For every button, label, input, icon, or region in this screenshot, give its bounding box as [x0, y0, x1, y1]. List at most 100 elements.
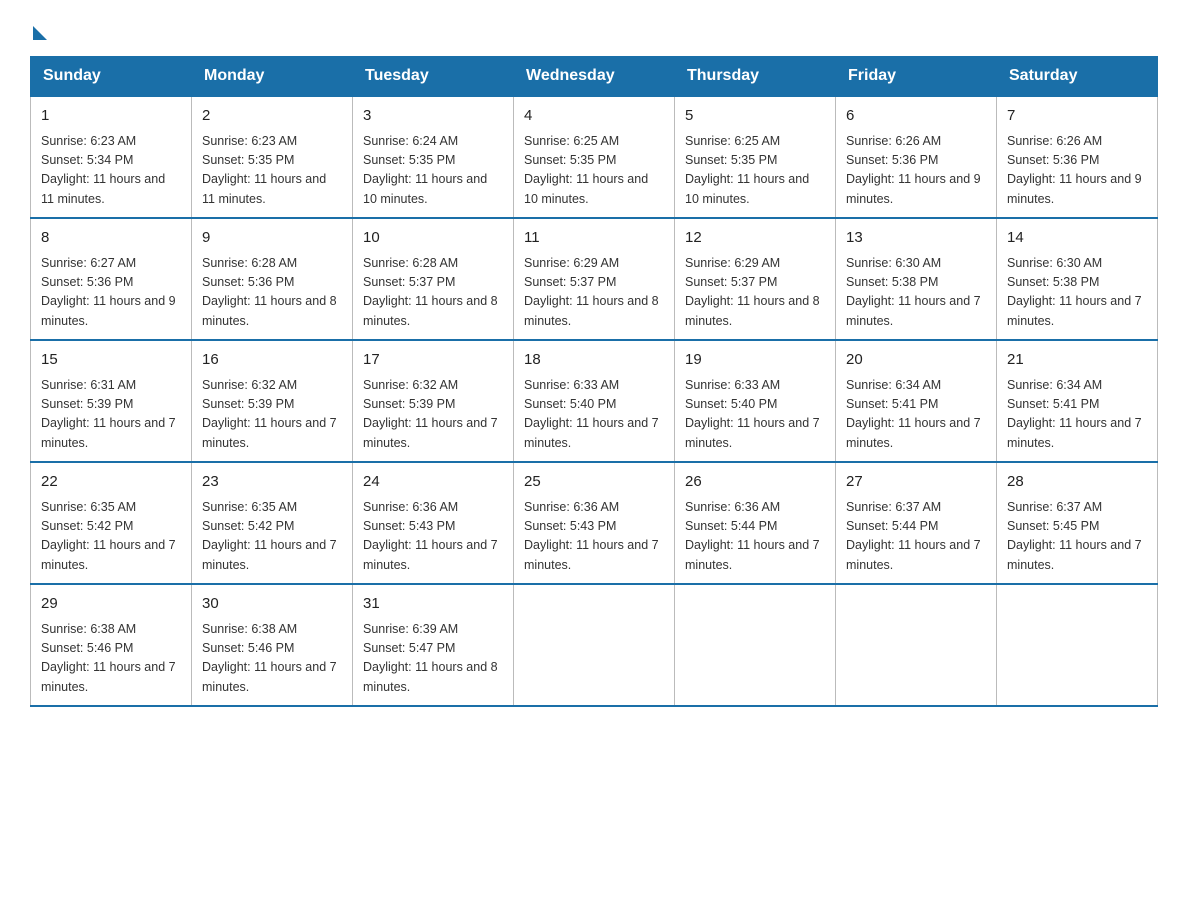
calendar-cell	[836, 584, 997, 706]
calendar-cell: 22 Sunrise: 6:35 AMSunset: 5:42 PMDaylig…	[31, 462, 192, 584]
calendar-header-saturday: Saturday	[997, 57, 1158, 97]
day-info: Sunrise: 6:30 AMSunset: 5:38 PMDaylight:…	[1007, 254, 1147, 332]
calendar-cell: 24 Sunrise: 6:36 AMSunset: 5:43 PMDaylig…	[353, 462, 514, 584]
day-info: Sunrise: 6:34 AMSunset: 5:41 PMDaylight:…	[1007, 376, 1147, 454]
day-number: 3	[363, 105, 503, 128]
calendar-cell: 3 Sunrise: 6:24 AMSunset: 5:35 PMDayligh…	[353, 96, 514, 218]
day-info: Sunrise: 6:26 AMSunset: 5:36 PMDaylight:…	[1007, 132, 1147, 210]
calendar-cell: 14 Sunrise: 6:30 AMSunset: 5:38 PMDaylig…	[997, 218, 1158, 340]
calendar-cell: 15 Sunrise: 6:31 AMSunset: 5:39 PMDaylig…	[31, 340, 192, 462]
calendar-cell: 30 Sunrise: 6:38 AMSunset: 5:46 PMDaylig…	[192, 584, 353, 706]
day-info: Sunrise: 6:24 AMSunset: 5:35 PMDaylight:…	[363, 132, 503, 210]
calendar-cell: 25 Sunrise: 6:36 AMSunset: 5:43 PMDaylig…	[514, 462, 675, 584]
calendar-cell: 4 Sunrise: 6:25 AMSunset: 5:35 PMDayligh…	[514, 96, 675, 218]
day-number: 20	[846, 349, 986, 372]
day-number: 11	[524, 227, 664, 250]
day-number: 29	[41, 593, 181, 616]
calendar-cell: 27 Sunrise: 6:37 AMSunset: 5:44 PMDaylig…	[836, 462, 997, 584]
day-number: 25	[524, 471, 664, 494]
calendar-cell: 20 Sunrise: 6:34 AMSunset: 5:41 PMDaylig…	[836, 340, 997, 462]
day-info: Sunrise: 6:33 AMSunset: 5:40 PMDaylight:…	[524, 376, 664, 454]
day-info: Sunrise: 6:25 AMSunset: 5:35 PMDaylight:…	[685, 132, 825, 210]
day-number: 21	[1007, 349, 1147, 372]
day-info: Sunrise: 6:23 AMSunset: 5:35 PMDaylight:…	[202, 132, 342, 210]
day-number: 10	[363, 227, 503, 250]
calendar-cell: 18 Sunrise: 6:33 AMSunset: 5:40 PMDaylig…	[514, 340, 675, 462]
day-info: Sunrise: 6:36 AMSunset: 5:43 PMDaylight:…	[524, 498, 664, 576]
day-info: Sunrise: 6:37 AMSunset: 5:44 PMDaylight:…	[846, 498, 986, 576]
day-number: 24	[363, 471, 503, 494]
day-number: 16	[202, 349, 342, 372]
day-number: 26	[685, 471, 825, 494]
day-info: Sunrise: 6:27 AMSunset: 5:36 PMDaylight:…	[41, 254, 181, 332]
calendar-cell: 10 Sunrise: 6:28 AMSunset: 5:37 PMDaylig…	[353, 218, 514, 340]
day-number: 5	[685, 105, 825, 128]
calendar-header-monday: Monday	[192, 57, 353, 97]
day-info: Sunrise: 6:32 AMSunset: 5:39 PMDaylight:…	[363, 376, 503, 454]
calendar-cell: 16 Sunrise: 6:32 AMSunset: 5:39 PMDaylig…	[192, 340, 353, 462]
day-info: Sunrise: 6:35 AMSunset: 5:42 PMDaylight:…	[202, 498, 342, 576]
logo	[30, 20, 47, 36]
logo-triangle-icon	[33, 26, 47, 40]
day-number: 22	[41, 471, 181, 494]
day-number: 19	[685, 349, 825, 372]
calendar-cell: 12 Sunrise: 6:29 AMSunset: 5:37 PMDaylig…	[675, 218, 836, 340]
day-info: Sunrise: 6:25 AMSunset: 5:35 PMDaylight:…	[524, 132, 664, 210]
calendar-cell: 5 Sunrise: 6:25 AMSunset: 5:35 PMDayligh…	[675, 96, 836, 218]
day-number: 23	[202, 471, 342, 494]
calendar-cell: 19 Sunrise: 6:33 AMSunset: 5:40 PMDaylig…	[675, 340, 836, 462]
page-header	[30, 20, 1158, 36]
day-number: 14	[1007, 227, 1147, 250]
day-info: Sunrise: 6:29 AMSunset: 5:37 PMDaylight:…	[524, 254, 664, 332]
calendar-cell	[997, 584, 1158, 706]
day-info: Sunrise: 6:38 AMSunset: 5:46 PMDaylight:…	[41, 620, 181, 698]
day-number: 27	[846, 471, 986, 494]
day-number: 28	[1007, 471, 1147, 494]
calendar-week-row: 1 Sunrise: 6:23 AMSunset: 5:34 PMDayligh…	[31, 96, 1158, 218]
calendar-cell: 21 Sunrise: 6:34 AMSunset: 5:41 PMDaylig…	[997, 340, 1158, 462]
day-info: Sunrise: 6:26 AMSunset: 5:36 PMDaylight:…	[846, 132, 986, 210]
day-info: Sunrise: 6:28 AMSunset: 5:36 PMDaylight:…	[202, 254, 342, 332]
day-info: Sunrise: 6:36 AMSunset: 5:43 PMDaylight:…	[363, 498, 503, 576]
day-info: Sunrise: 6:37 AMSunset: 5:45 PMDaylight:…	[1007, 498, 1147, 576]
day-number: 30	[202, 593, 342, 616]
day-number: 17	[363, 349, 503, 372]
day-info: Sunrise: 6:35 AMSunset: 5:42 PMDaylight:…	[41, 498, 181, 576]
day-info: Sunrise: 6:36 AMSunset: 5:44 PMDaylight:…	[685, 498, 825, 576]
calendar-header-tuesday: Tuesday	[353, 57, 514, 97]
calendar-header-sunday: Sunday	[31, 57, 192, 97]
day-info: Sunrise: 6:31 AMSunset: 5:39 PMDaylight:…	[41, 376, 181, 454]
calendar-week-row: 8 Sunrise: 6:27 AMSunset: 5:36 PMDayligh…	[31, 218, 1158, 340]
day-info: Sunrise: 6:32 AMSunset: 5:39 PMDaylight:…	[202, 376, 342, 454]
calendar-header-row: SundayMondayTuesdayWednesdayThursdayFrid…	[31, 57, 1158, 97]
calendar-header-wednesday: Wednesday	[514, 57, 675, 97]
calendar-cell: 31 Sunrise: 6:39 AMSunset: 5:47 PMDaylig…	[353, 584, 514, 706]
calendar-cell: 13 Sunrise: 6:30 AMSunset: 5:38 PMDaylig…	[836, 218, 997, 340]
day-info: Sunrise: 6:29 AMSunset: 5:37 PMDaylight:…	[685, 254, 825, 332]
calendar-cell: 6 Sunrise: 6:26 AMSunset: 5:36 PMDayligh…	[836, 96, 997, 218]
calendar-cell: 8 Sunrise: 6:27 AMSunset: 5:36 PMDayligh…	[31, 218, 192, 340]
calendar-cell: 28 Sunrise: 6:37 AMSunset: 5:45 PMDaylig…	[997, 462, 1158, 584]
calendar-week-row: 15 Sunrise: 6:31 AMSunset: 5:39 PMDaylig…	[31, 340, 1158, 462]
calendar-cell: 26 Sunrise: 6:36 AMSunset: 5:44 PMDaylig…	[675, 462, 836, 584]
day-info: Sunrise: 6:38 AMSunset: 5:46 PMDaylight:…	[202, 620, 342, 698]
day-info: Sunrise: 6:39 AMSunset: 5:47 PMDaylight:…	[363, 620, 503, 698]
calendar-cell: 23 Sunrise: 6:35 AMSunset: 5:42 PMDaylig…	[192, 462, 353, 584]
day-number: 9	[202, 227, 342, 250]
day-number: 7	[1007, 105, 1147, 128]
calendar-cell: 11 Sunrise: 6:29 AMSunset: 5:37 PMDaylig…	[514, 218, 675, 340]
calendar-week-row: 22 Sunrise: 6:35 AMSunset: 5:42 PMDaylig…	[31, 462, 1158, 584]
calendar-table: SundayMondayTuesdayWednesdayThursdayFrid…	[30, 56, 1158, 707]
calendar-cell: 1 Sunrise: 6:23 AMSunset: 5:34 PMDayligh…	[31, 96, 192, 218]
calendar-week-row: 29 Sunrise: 6:38 AMSunset: 5:46 PMDaylig…	[31, 584, 1158, 706]
day-number: 15	[41, 349, 181, 372]
calendar-cell: 7 Sunrise: 6:26 AMSunset: 5:36 PMDayligh…	[997, 96, 1158, 218]
day-info: Sunrise: 6:30 AMSunset: 5:38 PMDaylight:…	[846, 254, 986, 332]
day-number: 2	[202, 105, 342, 128]
calendar-cell: 9 Sunrise: 6:28 AMSunset: 5:36 PMDayligh…	[192, 218, 353, 340]
day-info: Sunrise: 6:33 AMSunset: 5:40 PMDaylight:…	[685, 376, 825, 454]
day-number: 8	[41, 227, 181, 250]
day-number: 4	[524, 105, 664, 128]
calendar-cell: 2 Sunrise: 6:23 AMSunset: 5:35 PMDayligh…	[192, 96, 353, 218]
day-number: 12	[685, 227, 825, 250]
